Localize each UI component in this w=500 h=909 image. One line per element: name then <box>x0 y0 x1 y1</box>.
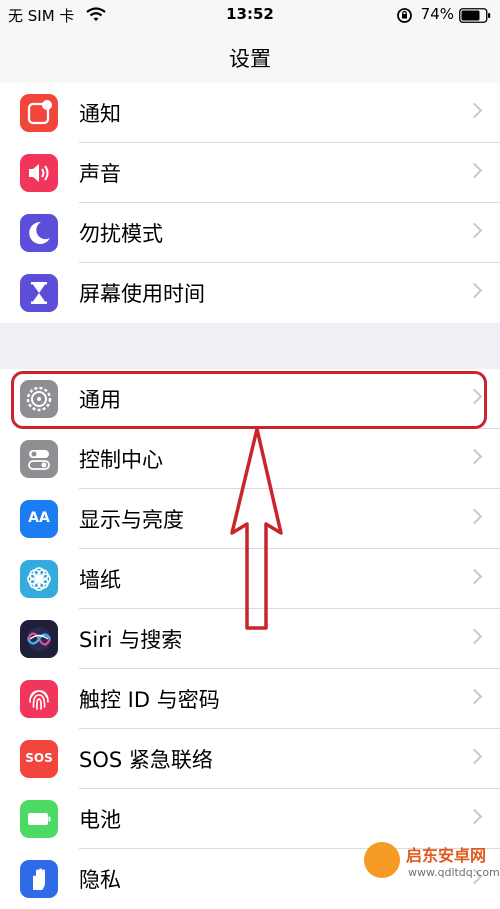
settings-group-1: 通知 声音 勿扰模式 屏幕使用时间 <box>0 83 500 323</box>
watermark: 启东安卓网 www.qdltdq.com <box>364 838 500 886</box>
row-label: 控制中心 <box>79 448 163 472</box>
row-label: 勿扰模式 <box>79 222 163 246</box>
sos-icon: SOS <box>20 740 58 778</box>
chevron-right-icon <box>466 222 483 239</box>
chevron-right-icon <box>466 282 483 299</box>
settings-row-emergency-sos[interactable]: SOS SOS 紧急联络 <box>0 729 500 789</box>
chevron-right-icon <box>466 628 483 645</box>
page-title: 设置 <box>229 47 271 71</box>
control-center-icon <box>20 440 58 478</box>
navigation-bar: 设置 <box>0 30 500 86</box>
row-label: Siri 与搜索 <box>79 628 183 652</box>
row-label: 通知 <box>79 102 121 126</box>
chevron-right-icon <box>466 748 483 765</box>
row-label: SOS 紧急联络 <box>79 748 213 772</box>
touch-id-icon <box>20 680 58 718</box>
battery-icon <box>459 8 491 23</box>
battery-percentage: 74% <box>420 5 454 23</box>
privacy-icon <box>20 860 58 898</box>
settings-row-do-not-disturb[interactable]: 勿扰模式 <box>0 203 500 263</box>
settings-row-sounds[interactable]: 声音 <box>0 143 500 203</box>
settings-row-notifications[interactable]: 通知 <box>0 83 500 143</box>
row-label: 电池 <box>79 808 121 832</box>
do-not-disturb-icon <box>20 214 58 252</box>
row-label: 声音 <box>79 162 121 186</box>
display-brightness-icon: AA <box>20 500 58 538</box>
chevron-right-icon <box>466 102 483 119</box>
chevron-right-icon <box>466 688 483 705</box>
status-bar: 无 SIM 卡 13:52 74% <box>0 0 500 30</box>
annotation-arrow-icon <box>230 427 283 630</box>
row-label: 墙纸 <box>79 568 121 592</box>
chevron-right-icon <box>466 568 483 585</box>
chevron-right-icon <box>466 448 483 465</box>
wallpaper-icon <box>20 560 58 598</box>
row-label: 显示与亮度 <box>79 508 184 532</box>
chevron-right-icon <box>466 808 483 825</box>
display-icon-text: AA <box>28 510 50 526</box>
siri-icon <box>20 620 58 658</box>
chevron-right-icon <box>466 508 483 525</box>
row-label: 隐私 <box>79 868 121 892</box>
notifications-icon <box>20 94 58 132</box>
highlight-box <box>11 371 487 429</box>
watermark-url: www.qdltdq.com <box>408 866 500 879</box>
settings-row-touch-id-passcode[interactable]: 触控 ID 与密码 <box>0 669 500 729</box>
watermark-logo-icon <box>364 842 400 878</box>
screen-time-icon <box>20 274 58 312</box>
orientation-lock-icon <box>397 8 412 23</box>
sounds-icon <box>20 154 58 192</box>
settings-row-screen-time[interactable]: 屏幕使用时间 <box>0 263 500 323</box>
sos-icon-text: SOS <box>25 751 53 765</box>
watermark-brand: 启东安卓网 <box>406 846 487 865</box>
row-label: 屏幕使用时间 <box>79 282 205 306</box>
row-label: 触控 ID 与密码 <box>79 688 220 712</box>
battery-settings-icon <box>20 800 58 838</box>
chevron-right-icon <box>466 162 483 179</box>
